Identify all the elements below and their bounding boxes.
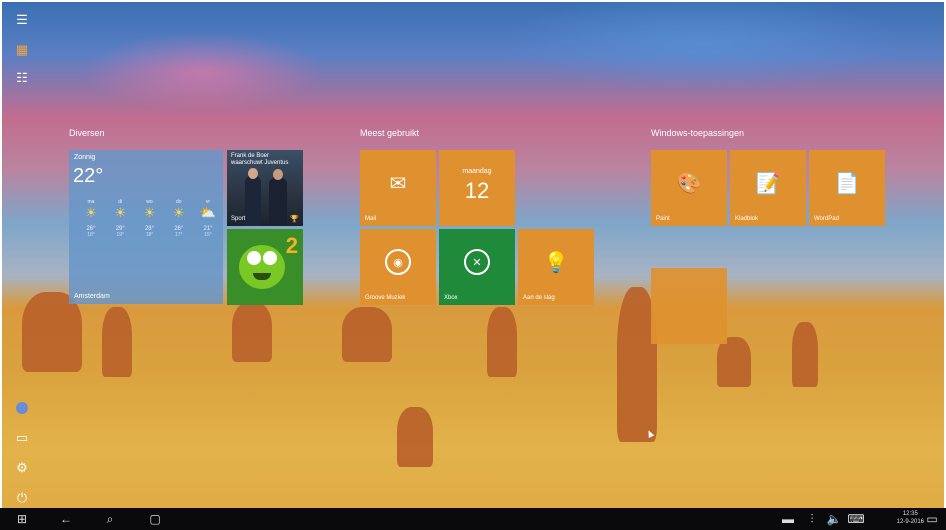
weather-tile[interactable]: Zonnig 22° ma ☀ 26° 18° di ☀ 29° 19° wo ☀ 28° 18°… (69, 150, 223, 304)
news-headline: Frank de Boer waarschuwt Juventus (231, 153, 289, 166)
mail-tile[interactable]: ✉ Mail (360, 150, 436, 226)
forecast-day: do ☀ 26° 17° (165, 199, 193, 238)
file-explorer-icon[interactable]: ▭ (12, 428, 32, 448)
tiles-view-icon[interactable]: ▦ (12, 40, 32, 60)
xbox-tile[interactable]: ✕ Xbox (439, 229, 515, 305)
back-arrow-icon[interactable]: ← (56, 509, 76, 529)
groove-disc-icon: ◉ (360, 229, 436, 295)
notepad-icon: 📝 (755, 172, 781, 195)
rock-formation (397, 407, 433, 467)
battery-icon[interactable]: ▬ (778, 509, 798, 529)
group-title-diversen: Diversen (69, 128, 105, 138)
forecast-day: di ☀ 29° 19° (106, 199, 134, 238)
tile-label-paint: Paint (656, 216, 670, 222)
lightbulb-icon: 💡 (543, 251, 569, 274)
game-logo-2: 2 (285, 233, 298, 258)
tile-label-notepad: Kladblok (735, 216, 759, 222)
search-icon[interactable]: ⌕ (100, 509, 120, 529)
forecast-low: 17° (174, 232, 183, 238)
power-icon[interactable]: ⏻ (12, 488, 32, 508)
calendar-day-name: maandag (462, 168, 492, 175)
forecast-day: ma ☀ 26° 18° (77, 199, 105, 238)
paint-tile[interactable]: 🎨 Paint (651, 150, 727, 226)
sun-icon: ☀ (114, 205, 127, 220)
envelope-icon: ✉ (389, 172, 407, 195)
groove-music-tile[interactable]: ◉ Groove Muziek (360, 229, 436, 305)
tile-label-sport: Sport (231, 216, 246, 222)
forecast-day: wo ☀ 28° 18° (136, 199, 164, 238)
volume-icon[interactable]: 🔈 (824, 509, 844, 529)
wordpad-tile[interactable]: 📄 WordPad (809, 150, 885, 226)
keyboard-icon[interactable]: ⌨ (846, 509, 866, 529)
sun-icon: ☀ (143, 205, 156, 220)
sun-icon: ☀ (172, 205, 185, 220)
sport-news-tile[interactable]: Frank de Boer waarschuwt Juventus Sport … (227, 150, 303, 226)
weather-forecast: ma ☀ 26° 18° di ☀ 29° 19° wo ☀ 28° 18° do ☀ 26° 17° … (77, 199, 222, 238)
forecast-low: 18° (87, 232, 95, 238)
clock-time: 12:35 (902, 511, 918, 517)
calendar-tile[interactable]: maandag 12 (439, 150, 515, 226)
rock-formation (792, 322, 818, 387)
weather-condition: Zonnig (74, 154, 96, 161)
partly-cloudy-icon: ⛅ (199, 205, 217, 220)
tile-label-xbox: Xbox (444, 295, 458, 301)
xbox-logo-icon: ✕ (439, 229, 515, 295)
network-icon[interactable]: ⫶ (802, 509, 822, 529)
all-apps-list-icon[interactable]: ☷ (12, 68, 32, 88)
wordpad-icon: 📄 (834, 172, 860, 195)
user-avatar-icon[interactable] (12, 398, 32, 418)
windows-start-icon[interactable]: ⊞ (12, 509, 32, 529)
hamburger-menu-icon[interactable]: ☰ (12, 10, 32, 30)
task-view-icon[interactable]: ▢ (145, 509, 165, 529)
desktop-background: ☰ ▦ ☷ ▭ ⚙ ⏻ Diversen Meest gebruikt Wind… (2, 2, 944, 528)
action-center-icon[interactable]: ▭ (922, 509, 942, 529)
forecast-low: 18° (145, 232, 154, 238)
system-clock[interactable]: 12:35 12-9-2016 (897, 510, 924, 526)
palette-icon: 🎨 (676, 172, 702, 195)
group-title-windows-toepassingen: Windows-toepassingen (651, 128, 745, 138)
forecast-low: 15° (204, 232, 212, 238)
settings-gear-icon[interactable]: ⚙ (12, 458, 32, 478)
sun-icon: ☀ (85, 205, 97, 220)
rock-formation (342, 307, 392, 362)
rock-formation (717, 337, 751, 387)
tile-label-mail: Mail (365, 216, 377, 222)
rock-formation (102, 307, 132, 377)
om-nom-icon (239, 245, 285, 289)
group-title-meest-gebruikt: Meest gebruikt (360, 128, 420, 138)
forecast-day: vr ⛅ 21° 15° (194, 199, 222, 238)
clock-date: 12-9-2016 (896, 519, 924, 525)
rock-formation (487, 307, 517, 377)
calendar-day-number: 12 (464, 178, 490, 203)
start-left-rail: ☰ ▦ ☷ ▭ ⚙ ⏻ (2, 2, 44, 508)
trophy-icon: 🏆 (290, 216, 299, 223)
tile-label-wordpad: WordPad (814, 216, 839, 222)
tile-label-groove: Groove Muziek (365, 295, 406, 301)
tile-label-get-started: Aan de slag (523, 295, 555, 301)
notepad-tile[interactable]: 📝 Kladblok (730, 150, 806, 226)
empty-tile[interactable] (651, 268, 727, 344)
taskbar: ⊞ ← ⌕ ▢ ▬ ⫶ 🔈 ⌨ 12:35 12-9-2016 ▭ (0, 508, 946, 530)
weather-temperature: 22° (73, 165, 104, 187)
weather-city: Amsterdam (74, 293, 110, 300)
rock-formation (232, 302, 272, 362)
forecast-low: 19° (116, 232, 125, 238)
cut-the-rope-tile[interactable]: 2 (227, 229, 303, 305)
get-started-tile[interactable]: 💡 Aan de slag (518, 229, 594, 305)
